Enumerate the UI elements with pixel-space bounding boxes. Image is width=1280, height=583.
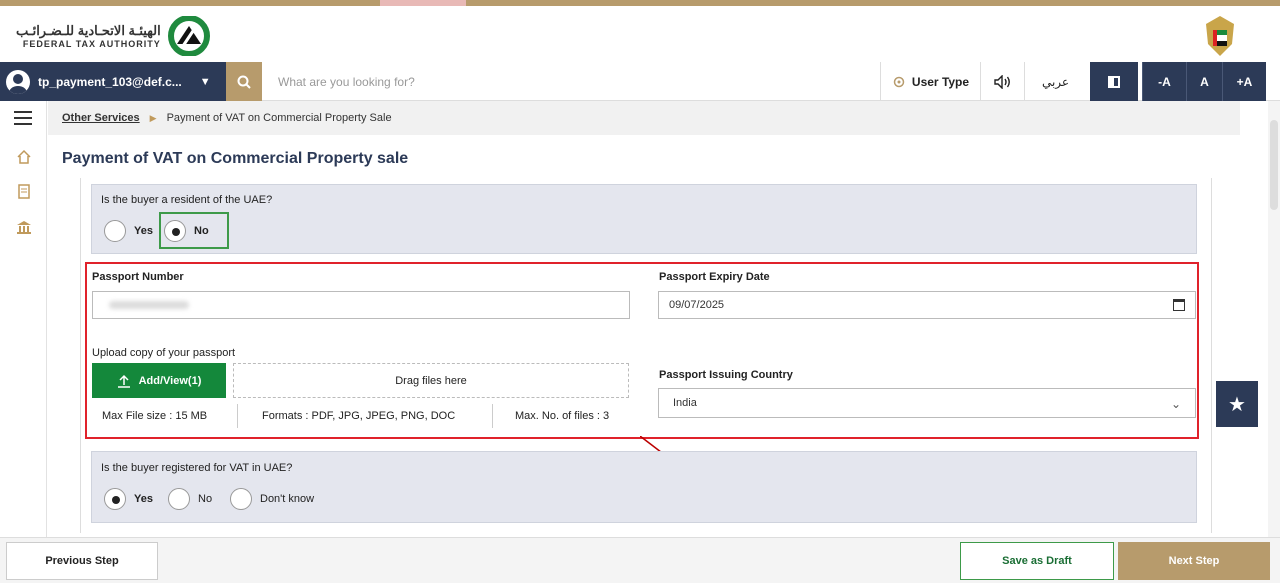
max-files-text: Max. No. of files : 3 bbox=[515, 410, 610, 422]
contrast-icon bbox=[1108, 75, 1120, 88]
calendar-icon[interactable] bbox=[1173, 299, 1185, 311]
passport-country-value: India bbox=[673, 397, 697, 409]
resident-yes-option[interactable]: Yes bbox=[104, 220, 159, 242]
left-sidebar bbox=[0, 101, 47, 541]
logo-text: الهيئـة الاتحـادية للـضـرائـب FEDERAL TA… bbox=[16, 23, 161, 49]
max-file-size-text: Max File size : 15 MB bbox=[102, 410, 208, 422]
logo-english-text: FEDERAL TAX AUTHORITY bbox=[22, 39, 161, 49]
font-increase-button[interactable]: +A bbox=[1222, 62, 1266, 101]
file-formats-text: Formats : PDF, JPG, JPEG, PNG, DOC bbox=[262, 410, 456, 422]
font-normal-button[interactable]: A bbox=[1186, 62, 1222, 101]
vat-dont-know-radio[interactable] bbox=[230, 488, 252, 510]
hamburger-menu-icon[interactable] bbox=[14, 111, 32, 125]
breadcrumb: Other Services ▶ Payment of VAT on Comme… bbox=[48, 101, 1240, 135]
vat-no-option[interactable]: No bbox=[168, 488, 218, 510]
language-toggle-arabic[interactable]: عربي bbox=[1024, 62, 1086, 101]
upload-passport-label: Upload copy of your passport bbox=[92, 347, 236, 359]
footer-action-bar: Previous Step Save as Draft Next Step bbox=[0, 537, 1280, 583]
clipboard-icon[interactable] bbox=[16, 183, 32, 199]
fta-logo-icon bbox=[167, 16, 210, 56]
chevron-down-icon: ⌄ bbox=[1170, 397, 1181, 411]
passport-number-label: Passport Number bbox=[92, 271, 184, 283]
passport-expiry-label: Passport Expiry Date bbox=[659, 271, 770, 283]
chevron-down-icon: ▼ bbox=[199, 75, 211, 88]
user-email: tp_payment_103@def.c... bbox=[38, 74, 182, 89]
resident-yes-radio[interactable] bbox=[104, 220, 126, 242]
main-navbar: tp_payment_103@def.c... ▼ User Type عربي… bbox=[0, 62, 1280, 101]
site-header: الهيئـة الاتحـادية للـضـرائـب FEDERAL TA… bbox=[0, 6, 1280, 62]
breadcrumb-current: Payment of VAT on Commercial Property Sa… bbox=[166, 112, 392, 124]
breadcrumb-separator-icon: ▶ bbox=[149, 112, 157, 123]
resident-question-label: Is the buyer a resident of the UAE? bbox=[101, 194, 273, 206]
font-decrease-button[interactable]: -A bbox=[1142, 62, 1186, 101]
passport-expiry-value: 09/07/2025 bbox=[669, 299, 725, 311]
vat-yes-label: Yes bbox=[134, 493, 153, 505]
user-menu[interactable]: tp_payment_103@def.c... ▼ bbox=[0, 62, 226, 101]
logo-arabic-text: الهيئـة الاتحـادية للـضـرائـب bbox=[16, 23, 161, 38]
vat-dont-know-option[interactable]: Don't know bbox=[230, 488, 320, 510]
contrast-toggle-button[interactable] bbox=[1090, 62, 1138, 101]
selected-option-highlight bbox=[159, 212, 229, 249]
passport-country-select[interactable]: India ⌄ bbox=[658, 388, 1196, 418]
passport-number-input[interactable] bbox=[92, 291, 630, 319]
scrollbar-thumb[interactable] bbox=[1270, 120, 1278, 210]
file-info-divider bbox=[237, 404, 238, 428]
search-button[interactable] bbox=[226, 62, 262, 101]
add-view-button[interactable]: Add/View(1) bbox=[92, 363, 226, 398]
star-icon: ★ bbox=[1228, 393, 1246, 416]
add-view-label: Add/View(1) bbox=[138, 374, 202, 387]
next-step-button[interactable]: Next Step bbox=[1118, 542, 1270, 580]
file-info-divider bbox=[492, 404, 493, 428]
home-icon[interactable] bbox=[16, 149, 32, 165]
uae-emblem-icon bbox=[1206, 16, 1234, 56]
search-icon bbox=[237, 75, 251, 89]
vat-no-radio[interactable] bbox=[168, 488, 190, 510]
vat-yes-radio[interactable] bbox=[104, 488, 126, 510]
upload-icon bbox=[117, 374, 130, 388]
passport-expiry-input[interactable]: 09/07/2025 bbox=[658, 291, 1196, 319]
user-type-button[interactable]: User Type bbox=[880, 62, 980, 101]
save-as-draft-button[interactable]: Save as Draft bbox=[960, 542, 1114, 580]
page-title: Payment of VAT on Commercial Property sa… bbox=[62, 150, 409, 167]
speaker-icon bbox=[993, 74, 1010, 89]
search-input[interactable] bbox=[268, 62, 868, 101]
gear-icon bbox=[893, 76, 905, 87]
bank-icon[interactable] bbox=[16, 219, 32, 235]
user-avatar-icon bbox=[6, 69, 30, 94]
vat-question-label: Is the buyer registered for VAT in UAE? bbox=[101, 462, 293, 474]
vat-dont-know-label: Don't know bbox=[260, 493, 315, 505]
previous-step-button[interactable]: Previous Step bbox=[6, 542, 158, 580]
breadcrumb-link-other-services[interactable]: Other Services bbox=[62, 112, 140, 124]
resident-yes-label: Yes bbox=[134, 225, 153, 237]
user-type-label: User Type bbox=[911, 74, 970, 89]
passport-number-redacted bbox=[109, 301, 189, 309]
file-drop-zone[interactable]: Drag files here bbox=[233, 363, 629, 398]
vat-yes-option[interactable]: Yes bbox=[104, 488, 159, 510]
vat-no-label: No bbox=[198, 493, 213, 505]
text-to-speech-button[interactable] bbox=[980, 62, 1024, 101]
favorite-star-button[interactable]: ★ bbox=[1216, 381, 1258, 427]
passport-country-label: Passport Issuing Country bbox=[659, 369, 793, 381]
fta-logo[interactable]: الهيئـة الاتحـادية للـضـرائـب FEDERAL TA… bbox=[16, 16, 211, 56]
